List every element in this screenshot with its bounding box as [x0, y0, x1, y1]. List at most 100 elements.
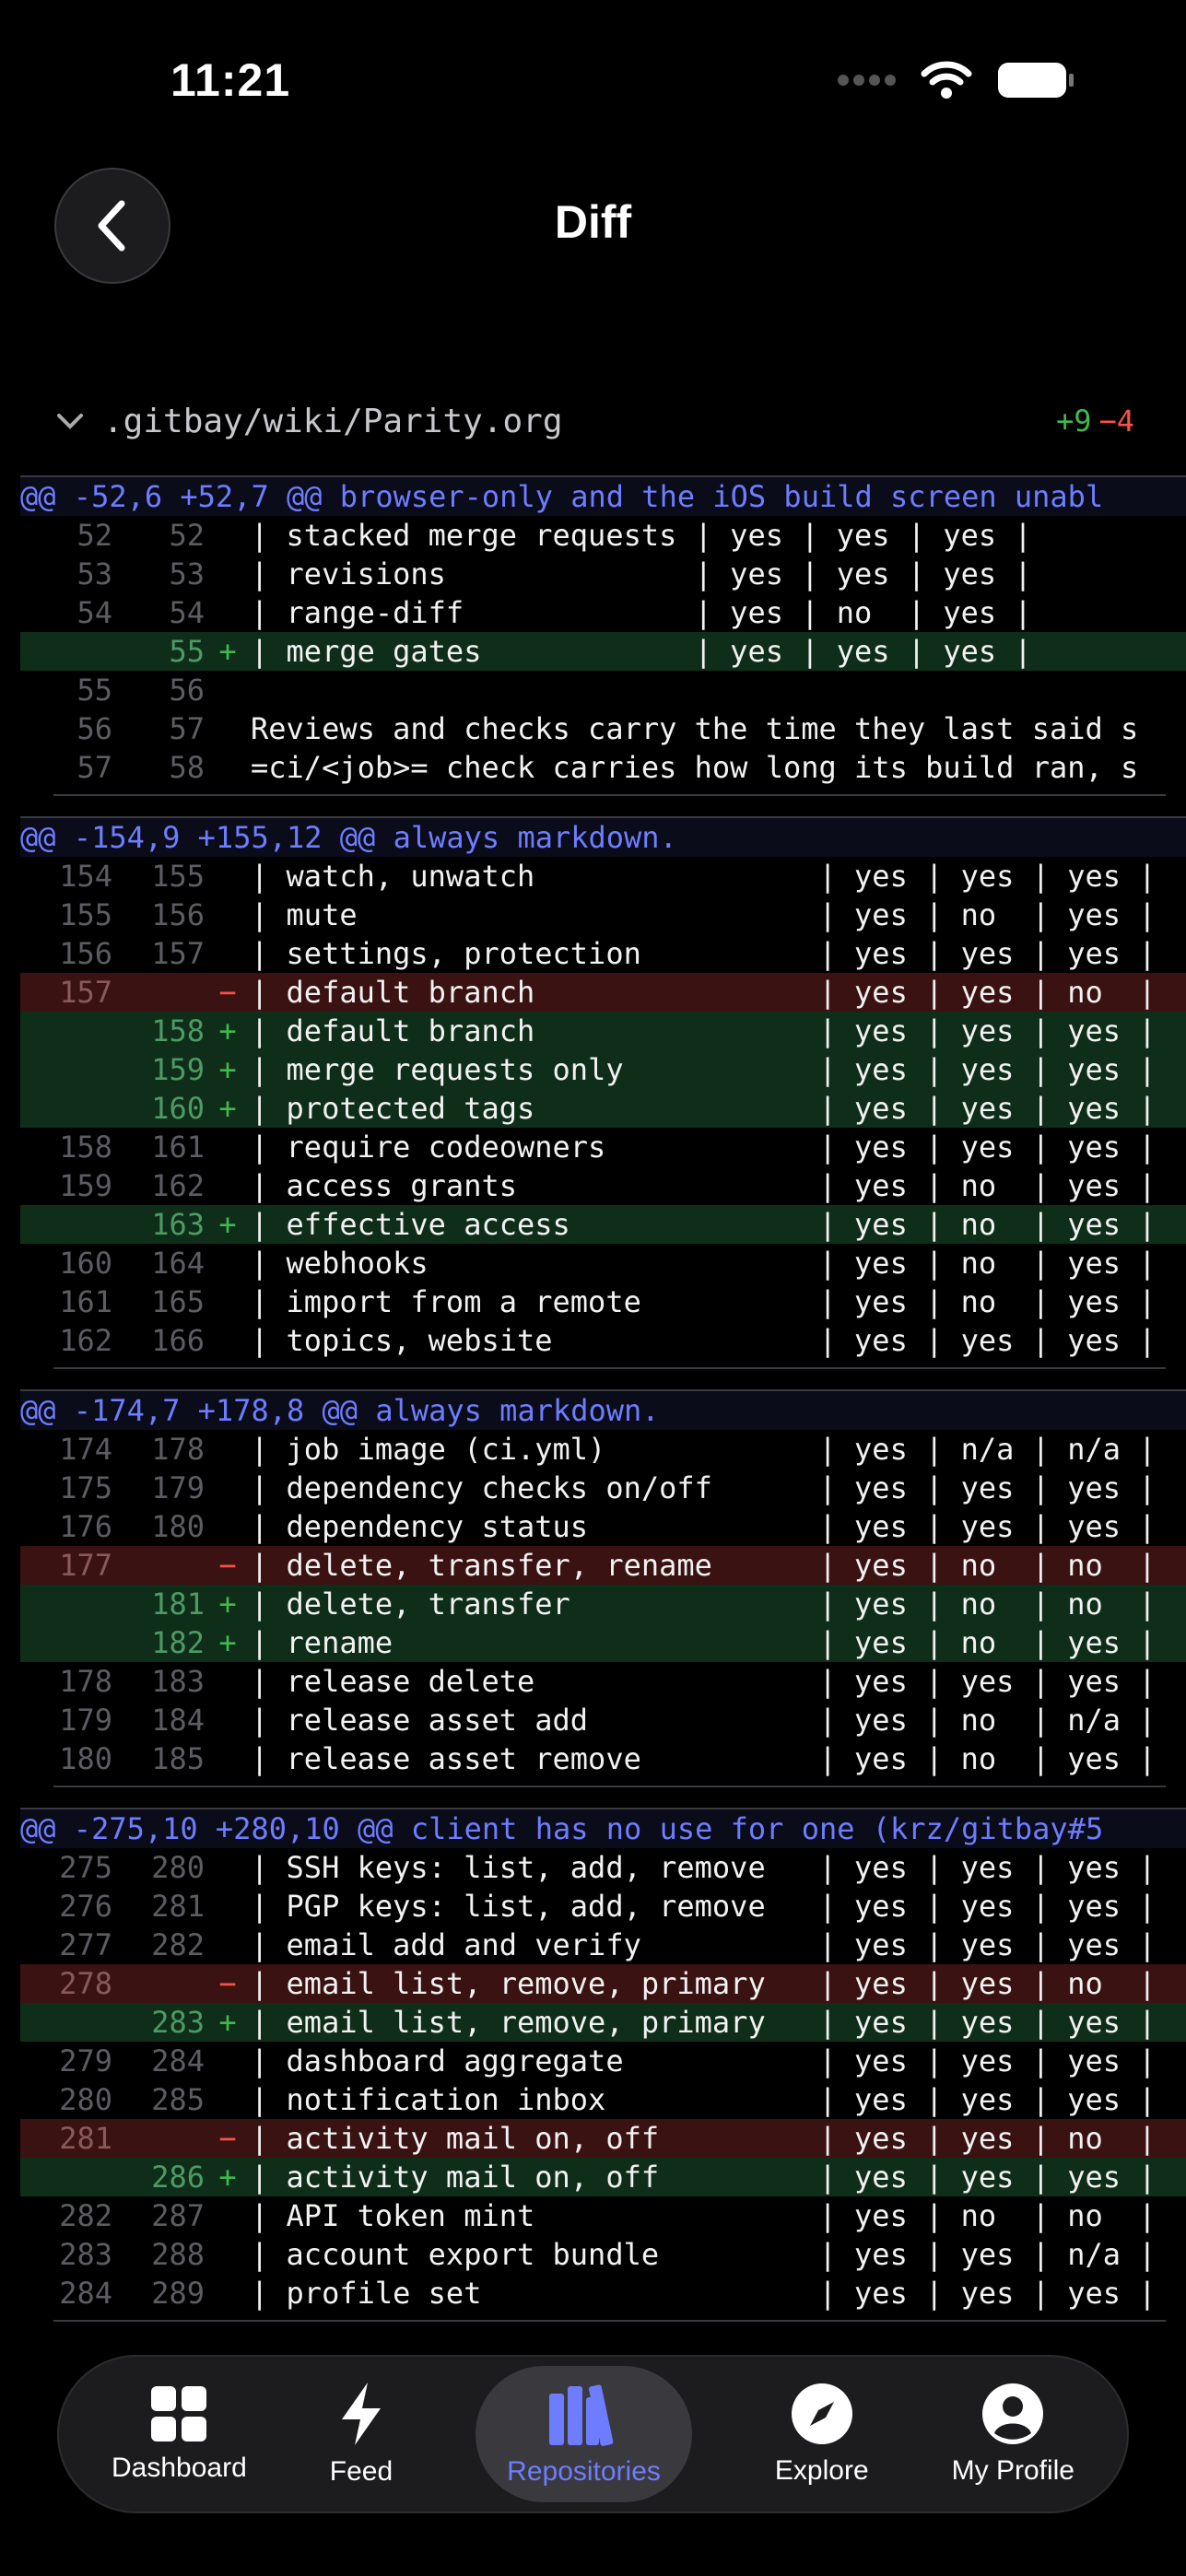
line-gutter	[205, 1166, 251, 1205]
deletions-count: −4	[1098, 404, 1134, 439]
context-line: 280 285 | notification inbox | yes | yes |…	[20, 2080, 1186, 2119]
plus-icon: +	[218, 1207, 237, 1242]
diff-hunk: @@ -275,10 +280,10 @@ client has no use …	[20, 1808, 1186, 2322]
status-time: 11:21	[170, 54, 291, 106]
context-line: 154 155 | watch, unwatch | yes | yes | yes…	[20, 857, 1186, 896]
line-gutter	[205, 709, 251, 748]
code-text: | activity mail on, off | yes | yes | ye…	[251, 2160, 1157, 2195]
code-text: | watch, unwatch | yes | yes | yes |	[251, 859, 1157, 894]
hunk-divider	[53, 2313, 1166, 2322]
context-line: 158 161 | require codeowners | yes | yes |…	[20, 1128, 1186, 1166]
line-gutter	[205, 1662, 251, 1701]
code-text: | revisions | yes | yes | yes |	[251, 556, 1032, 591]
tab-repositories[interactable]: Repositories	[476, 2366, 692, 2502]
tab-feed[interactable]: Feed	[330, 2366, 393, 2502]
tab-explore[interactable]: Explore	[775, 2366, 869, 2502]
added-line: 55 + | merge gates | yes | yes | yes |	[20, 632, 1186, 671]
new-line-number: 283	[151, 2005, 205, 2040]
new-line-number: 286	[151, 2160, 205, 2195]
chevron-down-icon[interactable]	[52, 403, 88, 439]
plus-icon: +	[218, 1052, 237, 1087]
old-line-number: 279	[59, 2043, 112, 2078]
line-gutter	[205, 2042, 251, 2080]
new-line-number: 288	[151, 2237, 205, 2272]
context-line: 276 281 | PGP keys: list, add, remove | ye…	[20, 1887, 1186, 1926]
new-line-number	[112, 2119, 205, 2158]
old-line-number: 161	[59, 1284, 112, 1319]
hunk-header: @@ -154,9 +155,12 @@ always markdown.	[20, 816, 1186, 857]
old-line-number: 57	[76, 750, 112, 785]
context-line: 53 53 | revisions | yes | yes | yes |	[20, 555, 1186, 593]
new-line-number: 58	[169, 750, 205, 785]
old-line-number: 53	[76, 556, 112, 591]
code-text: | email list, remove, primary | yes | ye…	[251, 2005, 1157, 2040]
new-line-number: 289	[151, 2276, 205, 2311]
diff-view[interactable]: @@ -52,6 +52,7 @@ browser-only and the i…	[20, 475, 1186, 2342]
old-line-number: 159	[59, 1168, 112, 1203]
old-line-number: 176	[59, 1509, 112, 1544]
context-line: 279 284 | dashboard aggregate | yes | yes …	[20, 2042, 1186, 2080]
code-text: | stacked merge requests | yes | yes | y…	[251, 518, 1032, 553]
new-line-number: 284	[151, 2043, 205, 2078]
tab-my-profile[interactable]: My Profile	[952, 2366, 1074, 2502]
code-text: | default branch | yes | yes | no |	[251, 975, 1157, 1010]
hunk-header: @@ -275,10 +280,10 @@ client has no use …	[20, 1808, 1186, 1848]
file-header[interactable]: .gitbay/wiki/Parity.org +9 −4	[52, 396, 1134, 446]
old-line-number: 157	[59, 975, 112, 1010]
new-line-number: 57	[169, 711, 205, 746]
compass-icon	[791, 2383, 852, 2444]
code-text: | email add and verify | yes | yes | yes…	[251, 1927, 1157, 1962]
plus-icon: +	[218, 634, 237, 669]
line-gutter	[205, 2274, 251, 2313]
context-line: 178 183 | release delete | yes | yes | yes…	[20, 1662, 1186, 1701]
new-line-number: 281	[151, 1889, 205, 1924]
code-text: | email list, remove, primary | yes | ye…	[251, 1966, 1157, 2001]
signal-icon	[838, 75, 896, 86]
new-line-number: 180	[151, 1509, 205, 1544]
new-line-number: 164	[151, 1246, 205, 1281]
wifi-icon	[921, 61, 972, 99]
added-line: 159 + | merge requests only | yes | yes | …	[20, 1050, 1186, 1089]
line-gutter	[205, 896, 251, 934]
new-line-number	[112, 973, 205, 1012]
code-text: =ci/<job>= check carries how long its bu…	[251, 750, 1139, 785]
new-line-number: 285	[151, 2082, 205, 2117]
context-line: 277 282 | email add and verify | yes | yes…	[20, 1926, 1186, 1964]
code-text: | dashboard aggregate | yes | yes | yes …	[251, 2043, 1157, 2078]
context-line: 161 165 | import from a remote | yes | no …	[20, 1282, 1186, 1321]
tab-label: Dashboard	[112, 2453, 247, 2483]
tab-dashboard[interactable]: Dashboard	[112, 2366, 247, 2502]
old-line-number: 52	[76, 518, 112, 553]
context-line: 283 288 | account export bundle | yes | ye…	[20, 2235, 1186, 2274]
hunk-divider	[53, 1360, 1166, 1369]
diff-hunk: @@ -154,9 +155,12 @@ always markdown. 154…	[20, 816, 1186, 1369]
new-line-number: 182	[151, 1625, 205, 1660]
line-gutter	[205, 555, 251, 593]
code-text: | delete, transfer, rename | yes | no | …	[251, 1548, 1157, 1583]
old-line-number: 162	[59, 1323, 112, 1358]
code-text: | job image (ci.yml) | yes | n/a | n/a |	[251, 1432, 1157, 1467]
code-text: | API token mint | yes | no | no |	[251, 2198, 1157, 2233]
old-line-number	[20, 1050, 112, 1089]
context-line: 54 54 | range-diff | yes | no | yes |	[20, 593, 1186, 632]
old-line-number: 280	[59, 2082, 112, 2117]
line-gutter	[205, 1430, 251, 1469]
context-line: 156 157 | settings, protection | yes | yes…	[20, 934, 1186, 973]
context-line: 176 180 | dependency status | yes | yes | …	[20, 1507, 1186, 1546]
code-text: | rename | yes | no | yes |	[251, 1625, 1157, 1660]
new-line-number: 183	[151, 1664, 205, 1699]
old-line-number	[20, 1205, 112, 1244]
added-line: 160 + | protected tags | yes | yes | yes |	[20, 1089, 1186, 1128]
added-line: 286 + | activity mail on, off | yes | yes …	[20, 2158, 1186, 2196]
person-icon	[982, 2383, 1044, 2444]
context-line: 179 184 | release asset add | yes | no | n…	[20, 1701, 1186, 1739]
minus-icon: −	[218, 975, 237, 1010]
old-line-number: 276	[59, 1889, 112, 1924]
code-text: | release asset add | yes | no | n/a |	[251, 1703, 1157, 1738]
line-gutter	[205, 671, 251, 709]
plus-icon: +	[218, 1587, 237, 1622]
new-line-number: 282	[151, 1927, 205, 1962]
new-line-number: 287	[151, 2198, 205, 2233]
context-line: 282 287 | API token mint | yes | no | no |	[20, 2196, 1186, 2235]
status-icons	[836, 61, 1075, 100]
